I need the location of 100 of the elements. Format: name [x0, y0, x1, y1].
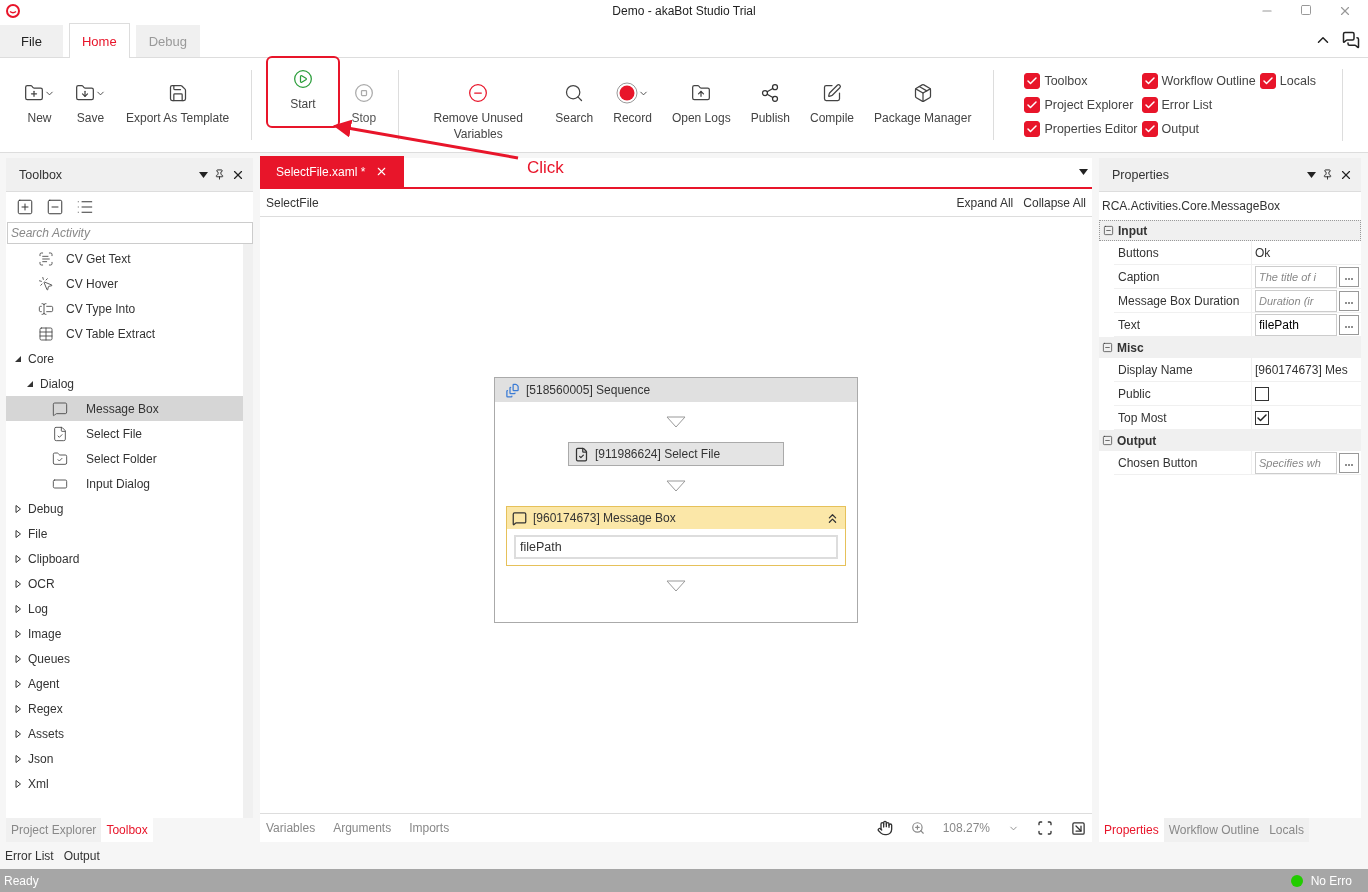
tree-item[interactable]: Dialog [6, 371, 243, 396]
list-icon[interactable] [76, 198, 94, 216]
collapse-icon[interactable] [1103, 225, 1114, 236]
hand-icon[interactable] [876, 820, 893, 836]
ribbon-tab[interactable]: Home [68, 23, 130, 58]
panel-checkbox[interactable]: Workflow Outline [1141, 72, 1260, 90]
collapsed-arrow-icon[interactable] [14, 654, 22, 663]
compile-button[interactable]: Compile [802, 70, 862, 134]
tree-item[interactable]: CV Hover [6, 271, 243, 296]
collapse-icon[interactable] [1102, 435, 1113, 446]
overview-icon[interactable] [1071, 820, 1086, 836]
tree-item[interactable]: Input Dialog [6, 471, 243, 496]
save-button[interactable]: Save [67, 70, 114, 134]
tree-item[interactable]: Image [6, 621, 243, 646]
document-tab[interactable]: SelectFile.xaml * [260, 156, 405, 187]
collapsed-arrow-icon[interactable] [14, 679, 22, 688]
panel-checkbox[interactable]: Locals [1259, 72, 1320, 90]
new-button[interactable]: New [16, 70, 63, 134]
designer-tab[interactable]: Variables [266, 821, 316, 835]
panel-checkbox[interactable]: Error List [1141, 96, 1260, 114]
property-field[interactable]: Duration (ir [1255, 289, 1337, 312]
record-button[interactable]: Record [605, 70, 660, 134]
publish-button[interactable]: Publish [742, 70, 798, 134]
zoom-level[interactable]: 108.27% [942, 821, 990, 835]
collapsed-arrow-icon[interactable] [14, 779, 22, 788]
dropdown-icon[interactable] [199, 171, 208, 178]
collapse-all-icon[interactable] [46, 198, 64, 216]
property-category[interactable]: Output [1099, 430, 1361, 451]
collapsed-arrow-icon[interactable] [14, 579, 22, 588]
tree-item[interactable]: Clipboard [6, 546, 243, 571]
logs-button[interactable]: Open Logs [663, 70, 739, 134]
collapsed-arrow-icon[interactable] [14, 629, 22, 638]
designer-tab[interactable]: Imports [409, 821, 450, 835]
ellipsis-button[interactable] [1339, 266, 1359, 287]
tree-item[interactable]: Queues [6, 646, 243, 671]
tree-item[interactable]: CV Type Into [6, 296, 243, 321]
tree-item[interactable]: Core [6, 346, 243, 371]
panel-checkbox[interactable]: Output [1141, 120, 1260, 138]
start-button[interactable]: Start [266, 56, 340, 128]
zoom-icon[interactable] [910, 821, 925, 835]
expand-all-icon[interactable] [16, 198, 34, 216]
collapsed-arrow-icon[interactable] [14, 604, 22, 613]
tree-item[interactable]: Agent [6, 671, 243, 696]
ellipsis-button[interactable] [1339, 314, 1359, 335]
collapsed-arrow-icon[interactable] [14, 704, 22, 713]
tree-item[interactable]: OCR [6, 571, 243, 596]
ribbon-tab[interactable]: File [0, 25, 63, 57]
pin-icon[interactable] [214, 169, 225, 180]
tree-item[interactable]: File [6, 521, 243, 546]
designer-action-link[interactable]: Collapse All [1023, 195, 1086, 210]
collapsed-arrow-icon[interactable] [14, 529, 22, 538]
property-checkbox[interactable] [1255, 410, 1269, 425]
panel-tab[interactable]: Toolbox [101, 818, 153, 842]
breadcrumb[interactable]: SelectFile [266, 195, 319, 210]
collapse-icon[interactable] [1102, 342, 1113, 353]
tree-item[interactable]: Debug [6, 496, 243, 521]
designer-tab[interactable]: Arguments [333, 821, 392, 835]
tree-item[interactable]: Select File [6, 421, 243, 446]
activity-card[interactable]: [911986624] Select File [568, 442, 784, 466]
panel-tab[interactable]: Error List [0, 848, 59, 863]
property-field[interactable]: Specifies wh [1255, 451, 1337, 474]
tree-item[interactable]: Assets [6, 721, 243, 746]
fit-screen-icon[interactable] [1037, 820, 1053, 836]
collapsed-arrow-icon[interactable] [14, 754, 22, 763]
remove-button[interactable]: Remove Unused Variables [413, 70, 544, 150]
tree-item[interactable]: CV Table Extract [6, 321, 243, 346]
expression-field[interactable]: filePath [514, 535, 838, 559]
tree-item[interactable]: Log [6, 596, 243, 621]
maximize-icon[interactable] [1300, 4, 1312, 16]
ellipsis-button[interactable] [1339, 452, 1359, 473]
property-checkbox[interactable] [1255, 386, 1269, 401]
dropdown-icon[interactable] [1307, 171, 1316, 178]
property-category[interactable]: Input [1099, 220, 1361, 241]
collapsed-arrow-icon[interactable] [14, 729, 22, 738]
search-button[interactable]: Search [547, 70, 602, 134]
property-field[interactable]: filePath [1255, 313, 1337, 336]
designer-action-link[interactable]: Expand All [956, 195, 1014, 210]
tree-item[interactable]: Select Folder [6, 446, 243, 471]
collapsed-arrow-icon[interactable] [14, 554, 22, 563]
collapsed-arrow-icon[interactable] [14, 504, 22, 513]
activity-card[interactable]: [960174673] Message Box filePath [506, 506, 846, 566]
property-field[interactable]: The title of i [1255, 265, 1337, 288]
search-field[interactable]: Search Activity [7, 222, 253, 244]
ellipsis-button[interactable] [1339, 290, 1359, 311]
tree-item[interactable]: Json [6, 746, 243, 771]
property-category[interactable]: Misc [1099, 337, 1361, 358]
tree-item[interactable]: Message Box [6, 396, 243, 421]
panel-tab[interactable]: Properties [1099, 818, 1164, 842]
export-button[interactable]: Export As Template [118, 70, 238, 134]
expanded-arrow-icon[interactable] [26, 379, 34, 388]
tree-item[interactable]: Xml [6, 771, 243, 796]
panel-checkbox[interactable]: Project Explorer [1024, 96, 1142, 114]
tab-list-icon[interactable] [1079, 169, 1088, 175]
panel-tab[interactable]: Output [58, 848, 105, 863]
pin-icon[interactable] [1322, 169, 1333, 180]
panel-checkbox[interactable]: Properties Editor [1024, 120, 1142, 138]
package-button[interactable]: Package Manager [866, 70, 980, 134]
tree-item[interactable]: CV Get Text [6, 246, 243, 271]
panel-checkbox[interactable]: Toolbox [1024, 72, 1142, 90]
tree-item[interactable]: Regex [6, 696, 243, 721]
